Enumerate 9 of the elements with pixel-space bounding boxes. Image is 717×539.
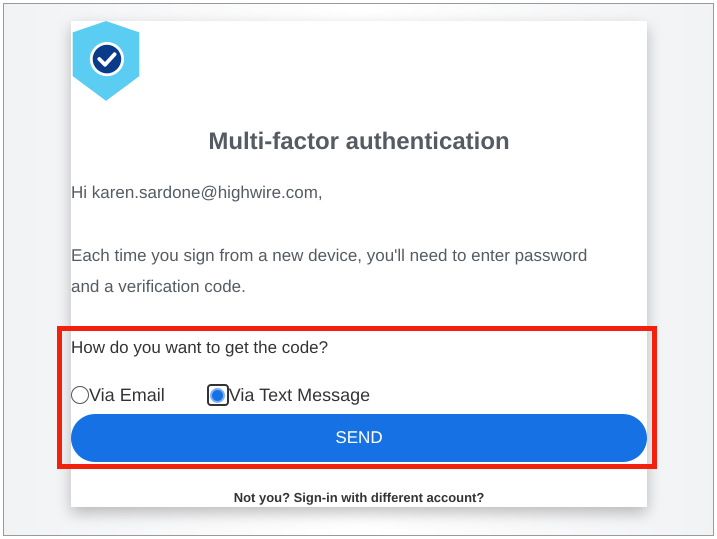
question-text: How do you want to get the code? [71,337,330,360]
greeting-text: Hi karen.sardone@highwire.com, [71,182,324,204]
option-label[interactable]: Via Text Message [228,382,370,409]
option-label[interactable]: Via Email [89,382,165,409]
message-text: Each time you sign from a new device, you'll need to enter password and a verification code. [71,245,588,298]
dialog-title: Multi-factor authentication [208,126,510,157]
send-button[interactable]: SEND [71,414,647,462]
sign-in-link[interactable]: Not you? Sign-in with different account? [234,488,484,507]
radio-button[interactable] [206,384,229,406]
